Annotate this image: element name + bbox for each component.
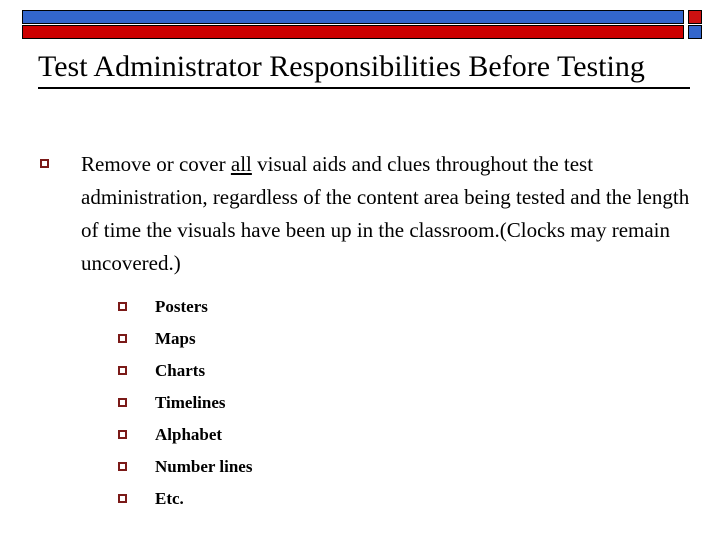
square-bullet-icon (118, 398, 127, 407)
square-bullet-icon (118, 462, 127, 471)
square-bullet-icon (118, 494, 127, 503)
square-bullet-icon (118, 334, 127, 343)
square-bullet-icon (118, 302, 127, 311)
sub-bullet-label: Maps (155, 329, 196, 348)
sub-bullet-label: Number lines (155, 457, 253, 476)
list-item: Alphabet (0, 420, 720, 452)
main-bullet-item: Remove or cover all visual aids and clue… (0, 148, 720, 280)
red-accent-square (688, 10, 702, 24)
square-bullet-icon (118, 430, 127, 439)
sub-bullet-label: Timelines (155, 393, 226, 412)
red-bar (22, 25, 684, 39)
list-item: Timelines (0, 388, 720, 420)
list-item: Charts (0, 356, 720, 388)
page-title: Test Administrator Responsibilities Befo… (38, 50, 645, 83)
sub-bullet-label: Etc. (155, 489, 184, 508)
sub-bullet-label: Posters (155, 297, 208, 316)
blue-accent-square (688, 25, 702, 39)
slide-content: Remove or cover all visual aids and clue… (0, 148, 720, 516)
title-divider (38, 87, 690, 89)
square-bullet-icon (40, 159, 49, 168)
list-item: Posters (0, 292, 720, 324)
slide-header-decoration (0, 0, 720, 48)
sub-bullet-label: Alphabet (155, 425, 223, 444)
title-block: Test Administrator Responsibilities Befo… (38, 50, 692, 89)
main-bullet-emphasis: all (230, 152, 252, 176)
sub-bullet-list: Posters Maps Charts Timelines Alphabet N… (0, 292, 720, 516)
list-item: Maps (0, 324, 720, 356)
main-bullet-text: Remove or cover all visual aids and clue… (81, 148, 692, 280)
list-item: Number lines (0, 452, 720, 484)
sub-bullet-label: Charts (155, 361, 206, 380)
list-item: Etc. (0, 484, 720, 516)
blue-bar (22, 10, 684, 24)
square-bullet-icon (118, 366, 127, 375)
main-bullet-text-before: Remove or cover (81, 152, 231, 176)
